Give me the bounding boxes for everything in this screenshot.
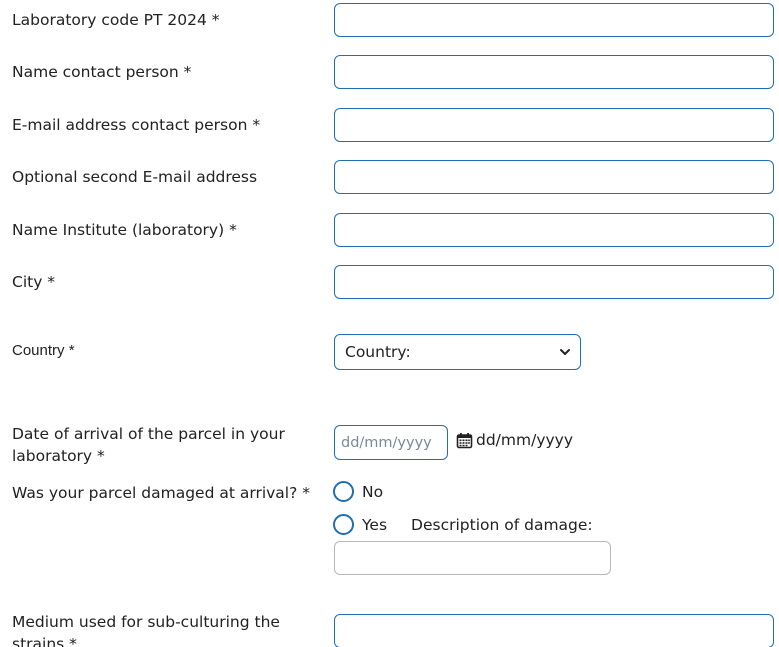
country-select[interactable]: Country: xyxy=(334,334,581,370)
arrival-date-input[interactable]: dd/mm/yyyy xyxy=(334,425,448,460)
contact-name-input[interactable] xyxy=(334,55,774,89)
country-label: Country * xyxy=(12,342,75,359)
damaged-label: Was your parcel damaged at arrival? * xyxy=(12,484,311,502)
damage-description-label: Description of damage: xyxy=(411,515,593,534)
arrival-date-display[interactable]: dd/mm/yyyy xyxy=(456,431,573,449)
damage-description-input[interactable] xyxy=(334,541,611,575)
contact-email-input[interactable] xyxy=(334,108,774,142)
calendar-icon xyxy=(456,432,473,449)
chevron-down-icon xyxy=(558,345,572,359)
lab-code-label: Laboratory code PT 2024 * xyxy=(12,11,220,29)
arrival-date-label: Date of arrival of the parcel in your la… xyxy=(12,425,285,465)
lab-code-input[interactable] xyxy=(334,3,774,37)
radio-yes-label: Yes xyxy=(362,515,388,534)
city-input[interactable] xyxy=(334,265,774,299)
country-select-value: Country: xyxy=(345,343,411,361)
medium-input[interactable] xyxy=(334,614,774,647)
damaged-option-no[interactable]: No xyxy=(333,481,383,502)
radio-no-label: No xyxy=(362,482,384,501)
city-label: City * xyxy=(12,273,56,291)
medium-label: Medium used for sub-culturing the strain… xyxy=(12,613,280,647)
radio-no[interactable] xyxy=(333,481,354,502)
arrival-date-display-text: dd/mm/yyyy xyxy=(476,431,574,449)
contact-email-label: E-mail address contact person * xyxy=(12,116,261,134)
second-email-input[interactable] xyxy=(334,160,774,194)
arrival-date-placeholder: dd/mm/yyyy xyxy=(341,434,432,451)
second-email-label: Optional second E-mail address xyxy=(12,168,258,186)
institute-label: Name Institute (laboratory) * xyxy=(12,221,237,239)
institute-input[interactable] xyxy=(334,213,774,247)
contact-name-label: Name contact person * xyxy=(12,63,192,81)
radio-yes[interactable] xyxy=(333,514,354,535)
damaged-option-yes[interactable]: Yes Description of damage: xyxy=(333,514,593,535)
